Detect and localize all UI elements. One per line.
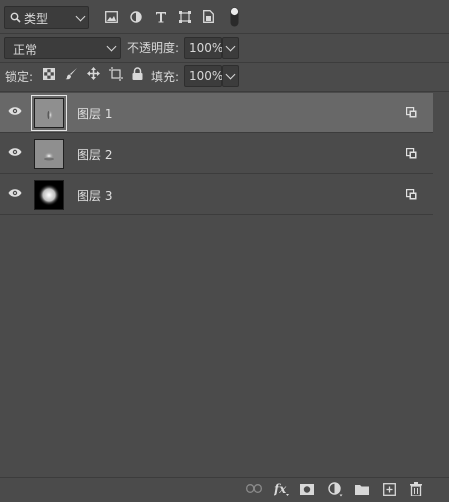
- smart-object-icon: [406, 107, 417, 118]
- layers-scrollbar[interactable]: [433, 92, 449, 476]
- layer-name: 图层 2: [77, 148, 113, 162]
- chevron-down-icon: [106, 41, 117, 52]
- layer-name: 图层 3: [77, 189, 113, 203]
- opacity-label: 不透明度:: [127, 41, 180, 55]
- visibility-eye-icon[interactable]: [8, 147, 22, 157]
- chevron-down-icon: [225, 41, 236, 52]
- lock-label: 锁定:: [5, 70, 34, 84]
- filter-toggle-switch[interactable]: [230, 7, 239, 27]
- blend-mode-value: 正常: [13, 43, 38, 57]
- opacity-dropdown-button[interactable]: [222, 37, 239, 59]
- shape-layer-filter-icon[interactable]: [179, 11, 191, 23]
- layer-row-2[interactable]: 图层 2: [0, 134, 433, 174]
- svg-text:fx: fx: [274, 482, 287, 496]
- visibility-eye-icon[interactable]: [8, 106, 22, 116]
- adjustment-layer-filter-icon[interactable]: [130, 11, 142, 23]
- new-group-folder-icon[interactable]: [355, 484, 369, 495]
- visibility-eye-icon[interactable]: [8, 188, 22, 198]
- lock-position-move-icon[interactable]: [87, 67, 100, 80]
- blend-mode-select[interactable]: 正常: [4, 37, 121, 59]
- layer-thumbnail[interactable]: [34, 180, 64, 210]
- delete-layer-trash-icon[interactable]: [410, 482, 422, 496]
- lock-transparent-pixels-icon[interactable]: [43, 68, 55, 80]
- fill-input[interactable]: 100%: [184, 65, 224, 87]
- layer-thumbnail[interactable]: [34, 139, 64, 169]
- filter-kind-label: 类型: [24, 12, 49, 26]
- fill-label: 填充:: [151, 70, 180, 84]
- pixel-layer-filter-icon[interactable]: [105, 11, 118, 23]
- layer-style-fx-icon[interactable]: fx: [274, 482, 290, 497]
- fill-value: 100%: [189, 69, 224, 83]
- smart-object-icon: [406, 148, 417, 159]
- chevron-down-icon: [225, 69, 236, 80]
- layer-row-3[interactable]: 图层 3: [0, 175, 433, 215]
- chevron-down-icon: [75, 11, 86, 22]
- opacity-value: 100%: [189, 41, 224, 55]
- new-layer-icon[interactable]: [383, 483, 396, 496]
- add-layer-mask-icon[interactable]: [300, 484, 314, 495]
- layer-row-1[interactable]: 图层 1: [0, 93, 433, 133]
- fill-dropdown-button[interactable]: [222, 65, 239, 87]
- opacity-input[interactable]: 100%: [184, 37, 224, 59]
- search-icon: [10, 12, 21, 23]
- lock-artboard-icon[interactable]: [109, 67, 123, 81]
- layer-thumbnail[interactable]: [34, 98, 64, 128]
- filter-kind-select[interactable]: 类型: [4, 6, 89, 29]
- layer-name: 图层 1: [77, 107, 113, 121]
- new-adjustment-layer-icon[interactable]: [328, 482, 343, 497]
- link-layers-icon[interactable]: [246, 484, 262, 493]
- type-layer-filter-icon[interactable]: [155, 11, 167, 23]
- smart-object-icon: [406, 189, 417, 200]
- lock-all-icon[interactable]: [132, 67, 143, 80]
- smart-object-filter-icon[interactable]: [203, 10, 214, 23]
- lock-image-pixels-brush-icon[interactable]: [65, 67, 78, 80]
